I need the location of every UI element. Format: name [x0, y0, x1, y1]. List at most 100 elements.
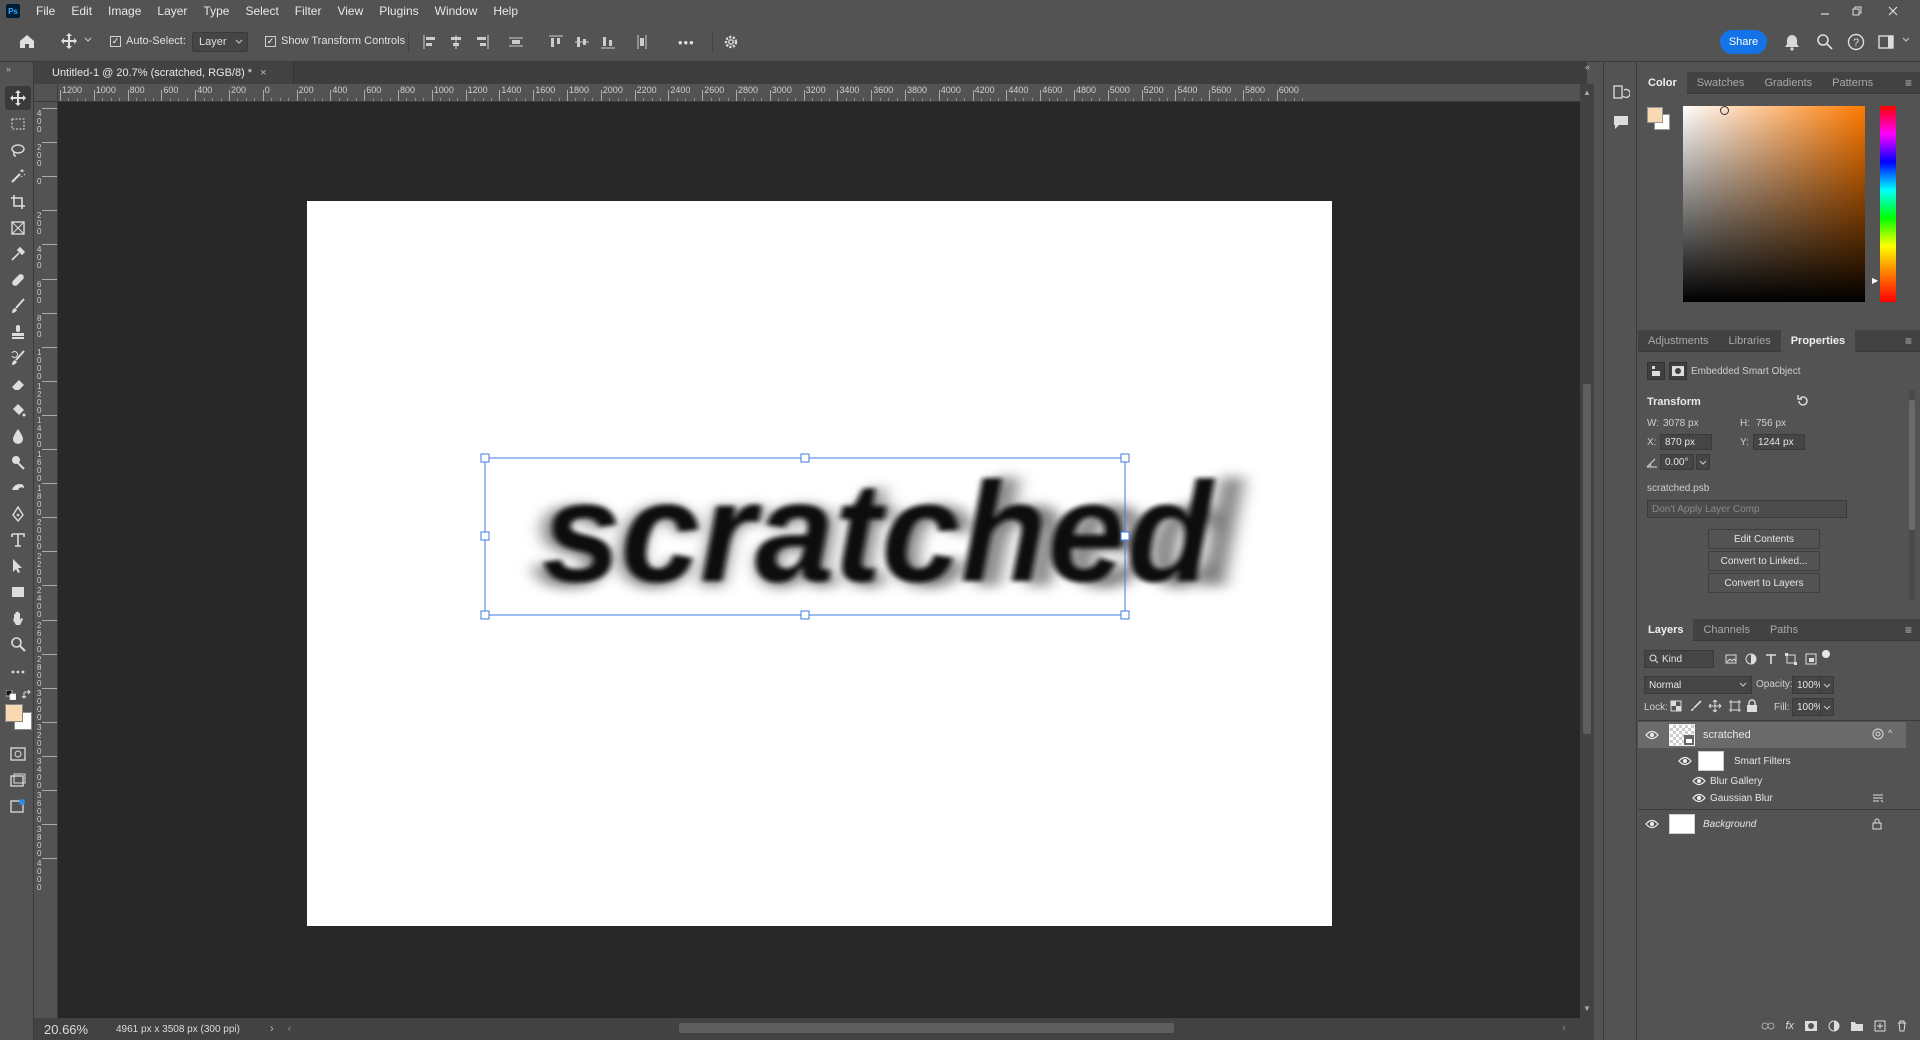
y-position-input[interactable]: 1244 px	[1753, 434, 1805, 450]
convert-to-layers-button[interactable]: Convert to Layers	[1708, 573, 1820, 593]
filter-type-icon[interactable]	[1764, 652, 1778, 666]
menu-image[interactable]: Image	[100, 0, 149, 22]
rectangle-tool-icon[interactable]	[5, 580, 31, 604]
visibility-eye-icon[interactable]	[1676, 756, 1694, 766]
tab-patterns[interactable]: Patterns	[1822, 72, 1883, 94]
tab-paths[interactable]: Paths	[1760, 619, 1808, 641]
smart-filter-indicator-icon[interactable]	[1872, 728, 1884, 740]
layer-row-background[interactable]: Background	[1638, 811, 1906, 837]
filter-smart-object-icon[interactable]	[1804, 652, 1818, 666]
layer-row-smart-filters[interactable]: Smart Filters	[1638, 749, 1906, 773]
angle-input[interactable]: 0.00°	[1660, 454, 1694, 470]
lock-icon[interactable]	[1872, 818, 1882, 830]
menu-file[interactable]: File	[28, 0, 63, 22]
healing-brush-tool-icon[interactable]	[5, 268, 31, 292]
properties-scroll-thumb[interactable]	[1909, 400, 1915, 530]
more-tools-icon[interactable]	[5, 660, 31, 684]
filter-pixel-icon[interactable]	[1724, 652, 1738, 666]
auto-select-toggle[interactable]: ✓ Auto-Select:	[110, 35, 186, 47]
layer-row-scratched[interactable]: scratched ^	[1638, 722, 1906, 748]
menu-select[interactable]: Select	[237, 0, 286, 22]
hue-slider-marker[interactable]: ▶	[1872, 276, 1878, 285]
smart-object-icon[interactable]	[1647, 362, 1665, 380]
lock-artboard-icon[interactable]	[1728, 699, 1742, 713]
vertical-ruler[interactable]: 400 200 0 200 400 600 800 1000 1200 1400 1600 1800 2…	[34, 102, 58, 1018]
minimize-icon[interactable]	[1810, 0, 1840, 22]
show-transform-checkbox[interactable]: ✓	[265, 35, 276, 47]
menu-help[interactable]: Help	[485, 0, 526, 22]
filter-shape-icon[interactable]	[1784, 652, 1798, 666]
chevron-right-icon[interactable]: ›	[270, 1023, 274, 1035]
visibility-eye-icon[interactable]	[1690, 793, 1708, 803]
stamp-tool-icon[interactable]	[5, 320, 31, 344]
hand-tool-icon[interactable]	[5, 606, 31, 630]
tab-swatches[interactable]: Swatches	[1687, 72, 1755, 94]
foreground-color-swatch[interactable]	[5, 704, 23, 722]
menu-type[interactable]: Type	[195, 0, 237, 22]
brush-tool-icon[interactable]	[5, 294, 31, 318]
transform-handle-left[interactable]	[480, 531, 490, 541]
gear-icon[interactable]	[722, 33, 740, 51]
auto-select-target-dropdown[interactable]: Layer	[192, 32, 248, 52]
convert-to-linked-button[interactable]: Convert to Linked...	[1708, 551, 1820, 571]
blur-tool-icon[interactable]	[5, 424, 31, 448]
add-mask-icon[interactable]	[1804, 1020, 1818, 1032]
screen-mode-icon[interactable]	[5, 768, 31, 792]
angle-dropdown[interactable]	[1696, 454, 1710, 470]
zoom-tool-icon[interactable]	[5, 632, 31, 656]
layer-comp-dropdown[interactable]: Don't Apply Layer Comp	[1647, 500, 1847, 518]
workspace-icon[interactable]	[1878, 34, 1896, 50]
transform-handle-bottom-left[interactable]	[480, 610, 490, 620]
lock-all-icon[interactable]	[1746, 699, 1758, 713]
zoom-level[interactable]: 20.66%	[44, 1022, 100, 1037]
color-panel-foreground-swatch[interactable]	[1647, 107, 1663, 123]
filter-toggle-icon[interactable]	[1822, 650, 1830, 658]
history-panel-icon[interactable]	[1612, 84, 1630, 102]
search-icon[interactable]	[1816, 33, 1834, 51]
lasso-tool-icon[interactable]	[5, 138, 31, 162]
more-options-icon[interactable]: •••	[678, 35, 695, 50]
layer-filter-kind-dropdown[interactable]: Kind	[1644, 650, 1714, 668]
color-picker-cursor[interactable]	[1720, 106, 1729, 115]
chevron-down-icon[interactable]	[84, 36, 92, 44]
lock-position-icon[interactable]	[1708, 699, 1722, 713]
align-bottom-icon[interactable]	[600, 34, 616, 50]
history-brush-tool-icon[interactable]	[5, 346, 31, 370]
opacity-input[interactable]: 100%	[1792, 676, 1823, 694]
layer-row-gaussian-blur[interactable]: Gaussian Blur	[1638, 789, 1906, 807]
restore-icon[interactable]	[1842, 0, 1872, 22]
menu-layer[interactable]: Layer	[149, 0, 195, 22]
collapse-toolbar-icon[interactable]: »	[6, 64, 11, 74]
default-colors-icon[interactable]	[6, 690, 16, 700]
visibility-eye-icon[interactable]	[1643, 819, 1661, 829]
canvas-area[interactable]: scratched scratched	[58, 102, 1580, 1018]
chevron-down-icon[interactable]	[1902, 36, 1910, 44]
blend-mode-dropdown[interactable]: Normal	[1644, 676, 1752, 694]
path-selection-tool-icon[interactable]	[5, 554, 31, 578]
new-group-icon[interactable]	[1850, 1020, 1864, 1032]
magic-wand-tool-icon[interactable]	[5, 164, 31, 188]
vertical-scroll-thumb[interactable]	[1583, 384, 1591, 734]
crop-tool-icon[interactable]	[5, 190, 31, 214]
lock-pixels-icon[interactable]	[1690, 700, 1702, 712]
align-left-icon[interactable]	[422, 34, 438, 50]
menu-plugins[interactable]: Plugins	[371, 0, 426, 22]
menu-view[interactable]: View	[329, 0, 371, 22]
tab-layers[interactable]: Layers	[1638, 618, 1694, 641]
new-layer-icon[interactable]	[1874, 1020, 1886, 1032]
color-picker-field[interactable]	[1683, 106, 1865, 302]
reset-transform-icon[interactable]	[1796, 394, 1810, 408]
comments-icon[interactable]	[1612, 114, 1630, 130]
layer-row-blur-gallery[interactable]: Blur Gallery	[1638, 772, 1906, 790]
move-tool-icon[interactable]	[60, 32, 78, 50]
opacity-slider-toggle[interactable]	[1820, 676, 1834, 694]
transform-handle-top-right[interactable]	[1120, 453, 1130, 463]
link-layers-icon[interactable]	[1761, 1021, 1775, 1031]
transform-handle-top[interactable]	[800, 453, 810, 463]
menu-edit[interactable]: Edit	[63, 0, 100, 22]
eraser-tool-icon[interactable]	[5, 372, 31, 396]
width-value[interactable]: 3078 px	[1663, 418, 1699, 429]
menu-window[interactable]: Window	[427, 0, 486, 22]
transform-handle-top-left[interactable]	[480, 453, 490, 463]
show-transform-toggle[interactable]: ✓ Show Transform Controls	[265, 35, 405, 47]
